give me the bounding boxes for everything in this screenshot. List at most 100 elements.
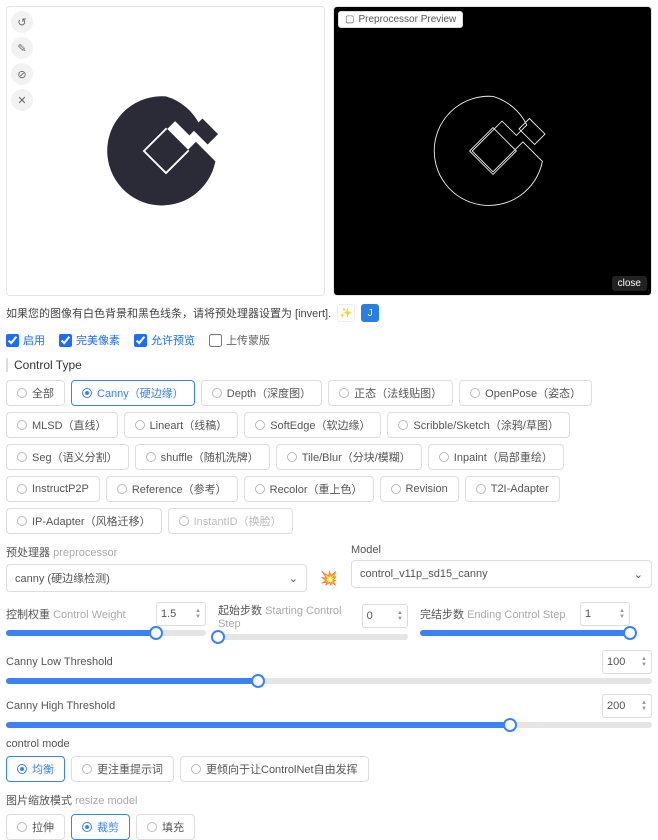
control-mode-section: control mode 均衡更注重提示词更倾向于让ControlNet自由发挥 bbox=[6, 738, 652, 782]
radio-dot bbox=[476, 484, 486, 494]
tool-column: ↺ ✎ ⊘ ✕ bbox=[11, 11, 33, 111]
checkbox-row: 启用 完美像素 允许预览 上传蒙版 bbox=[6, 332, 652, 348]
weight-input[interactable]: 1.5▲▼ bbox=[156, 602, 206, 626]
radio-dot bbox=[117, 484, 127, 494]
canny-high-input[interactable]: 200▲▼ bbox=[602, 694, 652, 718]
resize-mode-section: 图片缩放模式 resize model 拉伸 裁剪 填充 bbox=[6, 792, 652, 840]
control-mode-option[interactable]: 更注重提示词 bbox=[71, 756, 174, 782]
radio-label: Depth（深度图） bbox=[227, 385, 311, 401]
erase-icon[interactable]: ⊘ bbox=[11, 63, 33, 85]
control-mode-option[interactable]: 更倾向于让ControlNet自由发挥 bbox=[180, 756, 369, 782]
radio-dot bbox=[212, 388, 222, 398]
canny-low-track[interactable] bbox=[6, 678, 652, 684]
end-input[interactable]: 1▲▼ bbox=[580, 602, 630, 626]
edit-icon[interactable]: ✎ bbox=[11, 37, 33, 59]
json-icon[interactable]: J bbox=[361, 304, 379, 322]
wand-icon[interactable]: ✨ bbox=[337, 304, 355, 322]
close-button[interactable]: close bbox=[612, 276, 647, 291]
chevron-down-icon: ⌄ bbox=[289, 572, 298, 585]
radio-label: OpenPose（姿态） bbox=[485, 385, 581, 401]
radio-dot bbox=[82, 388, 92, 398]
radio-dot bbox=[287, 452, 297, 462]
resize-mode-grid: 拉伸 裁剪 填充 bbox=[6, 814, 652, 840]
control-type-option[interactable]: Seg（语义分割） bbox=[6, 444, 129, 470]
control-type-option[interactable]: Scribble/Sketch（涂鸦/草图） bbox=[387, 412, 569, 438]
model-select[interactable]: control_v11p_sd15_canny⌄ bbox=[351, 560, 652, 588]
control-type-option[interactable]: shuffle（随机洗牌） bbox=[135, 444, 270, 470]
control-type-option[interactable]: InstructP2P bbox=[6, 476, 100, 502]
start-slider: 起始步数 Starting Control Step 0▲▼ bbox=[218, 602, 408, 640]
radio-dot bbox=[191, 764, 201, 774]
control-type-option[interactable]: OpenPose（姿态） bbox=[459, 380, 592, 406]
control-type-option[interactable]: 正态（法线贴图） bbox=[328, 380, 453, 406]
image-icon: ▢ bbox=[345, 14, 354, 25]
chevron-down-icon: ⌄ bbox=[634, 568, 643, 581]
radio-label: Reference（参考） bbox=[132, 481, 227, 497]
radio-dot bbox=[17, 516, 27, 526]
radio-dot bbox=[17, 764, 27, 774]
weight-track[interactable] bbox=[6, 630, 206, 636]
radio-dot bbox=[470, 388, 480, 398]
radio-label: Inpaint（局部重绘） bbox=[454, 449, 553, 465]
main-sliders-row: 控制权重 Control Weight 1.5▲▼ 起始步数 Starting … bbox=[6, 602, 652, 640]
radio-dot bbox=[17, 452, 27, 462]
canny-low-input[interactable]: 100▲▼ bbox=[602, 650, 652, 674]
resize-mode-option[interactable]: 拉伸 bbox=[6, 814, 65, 840]
preview-tag: ▢ Preprocessor Preview bbox=[338, 11, 463, 28]
upload-mask-checkbox[interactable]: 上传蒙版 bbox=[209, 332, 270, 348]
control-type-option[interactable]: SoftEdge（软边缘） bbox=[244, 412, 381, 438]
radio-label: 全部 bbox=[32, 385, 54, 401]
allow-preview-checkbox[interactable]: 允许预览 bbox=[134, 332, 195, 348]
explosion-icon[interactable]: 💥 bbox=[317, 564, 341, 592]
control-type-option[interactable]: IP-Adapter（风格迁移） bbox=[6, 508, 162, 534]
preview-image-panel[interactable]: ▢ Preprocessor Preview close bbox=[333, 6, 652, 296]
preprocessor-label: 预处理器 preprocessor bbox=[6, 544, 307, 560]
resize-mode-option[interactable]: 填充 bbox=[136, 814, 195, 840]
enable-checkbox[interactable]: 启用 bbox=[6, 332, 45, 348]
radio-label: Seg（语义分割） bbox=[32, 449, 118, 465]
radio-dot bbox=[146, 452, 156, 462]
start-input[interactable]: 0▲▼ bbox=[362, 604, 408, 628]
radio-label: 裁剪 bbox=[97, 819, 119, 835]
close-icon[interactable]: ✕ bbox=[11, 89, 33, 111]
resize-mode-title: 图片缩放模式 resize model bbox=[6, 792, 652, 808]
end-track[interactable] bbox=[420, 630, 630, 636]
radio-label: 更倾向于让ControlNet自由发挥 bbox=[206, 761, 358, 777]
canny-high-slider: Canny High Threshold 200▲▼ bbox=[6, 694, 652, 728]
control-type-option[interactable]: MLSD（直线） bbox=[6, 412, 118, 438]
start-track[interactable] bbox=[218, 634, 408, 640]
control-type-option[interactable]: Reference（参考） bbox=[106, 476, 238, 502]
radio-label: shuffle（随机洗牌） bbox=[161, 449, 259, 465]
radio-dot bbox=[147, 822, 157, 832]
radio-label: MLSD（直线） bbox=[32, 417, 107, 433]
radio-dot bbox=[17, 822, 27, 832]
resize-mode-option[interactable]: 裁剪 bbox=[71, 814, 130, 840]
source-logo bbox=[101, 86, 231, 216]
radio-dot bbox=[339, 388, 349, 398]
control-type-option[interactable]: Revision bbox=[380, 476, 459, 502]
control-type-option[interactable]: Lineart（线稿） bbox=[124, 412, 239, 438]
radio-label: 更注重提示词 bbox=[97, 761, 163, 777]
radio-label: 正态（法线贴图） bbox=[354, 385, 442, 401]
control-type-option[interactable]: Inpaint（局部重绘） bbox=[428, 444, 564, 470]
control-mode-option[interactable]: 均衡 bbox=[6, 756, 65, 782]
perfect-pixel-checkbox[interactable]: 完美像素 bbox=[59, 332, 120, 348]
canny-high-track[interactable] bbox=[6, 722, 652, 728]
radio-label: IP-Adapter（风格迁移） bbox=[32, 513, 151, 529]
model-label: Model bbox=[351, 544, 652, 556]
undo-icon[interactable]: ↺ bbox=[11, 11, 33, 33]
preprocessor-select[interactable]: canny (硬边缘检测)⌄ bbox=[6, 564, 307, 592]
preview-logo bbox=[428, 86, 558, 216]
control-type-option[interactable]: Tile/Blur（分块/模糊） bbox=[276, 444, 422, 470]
source-image-panel[interactable]: ↺ ✎ ⊘ ✕ bbox=[6, 6, 325, 296]
control-type-option[interactable]: T2I-Adapter bbox=[465, 476, 560, 502]
radio-label: Scribble/Sketch（涂鸦/草图） bbox=[413, 417, 558, 433]
control-type-title: Control Type bbox=[6, 358, 652, 372]
radio-label: Lineart（线稿） bbox=[150, 417, 228, 433]
image-row: ↺ ✎ ⊘ ✕ ▢ Preprocessor Preview close bbox=[6, 6, 652, 296]
control-type-option[interactable]: Recolor（重上色） bbox=[244, 476, 374, 502]
radio-label: 均衡 bbox=[32, 761, 54, 777]
control-type-option[interactable]: Depth（深度图） bbox=[201, 380, 322, 406]
control-type-option[interactable]: 全部 bbox=[6, 380, 65, 406]
control-type-option[interactable]: Canny（硬边缘） bbox=[71, 380, 195, 406]
